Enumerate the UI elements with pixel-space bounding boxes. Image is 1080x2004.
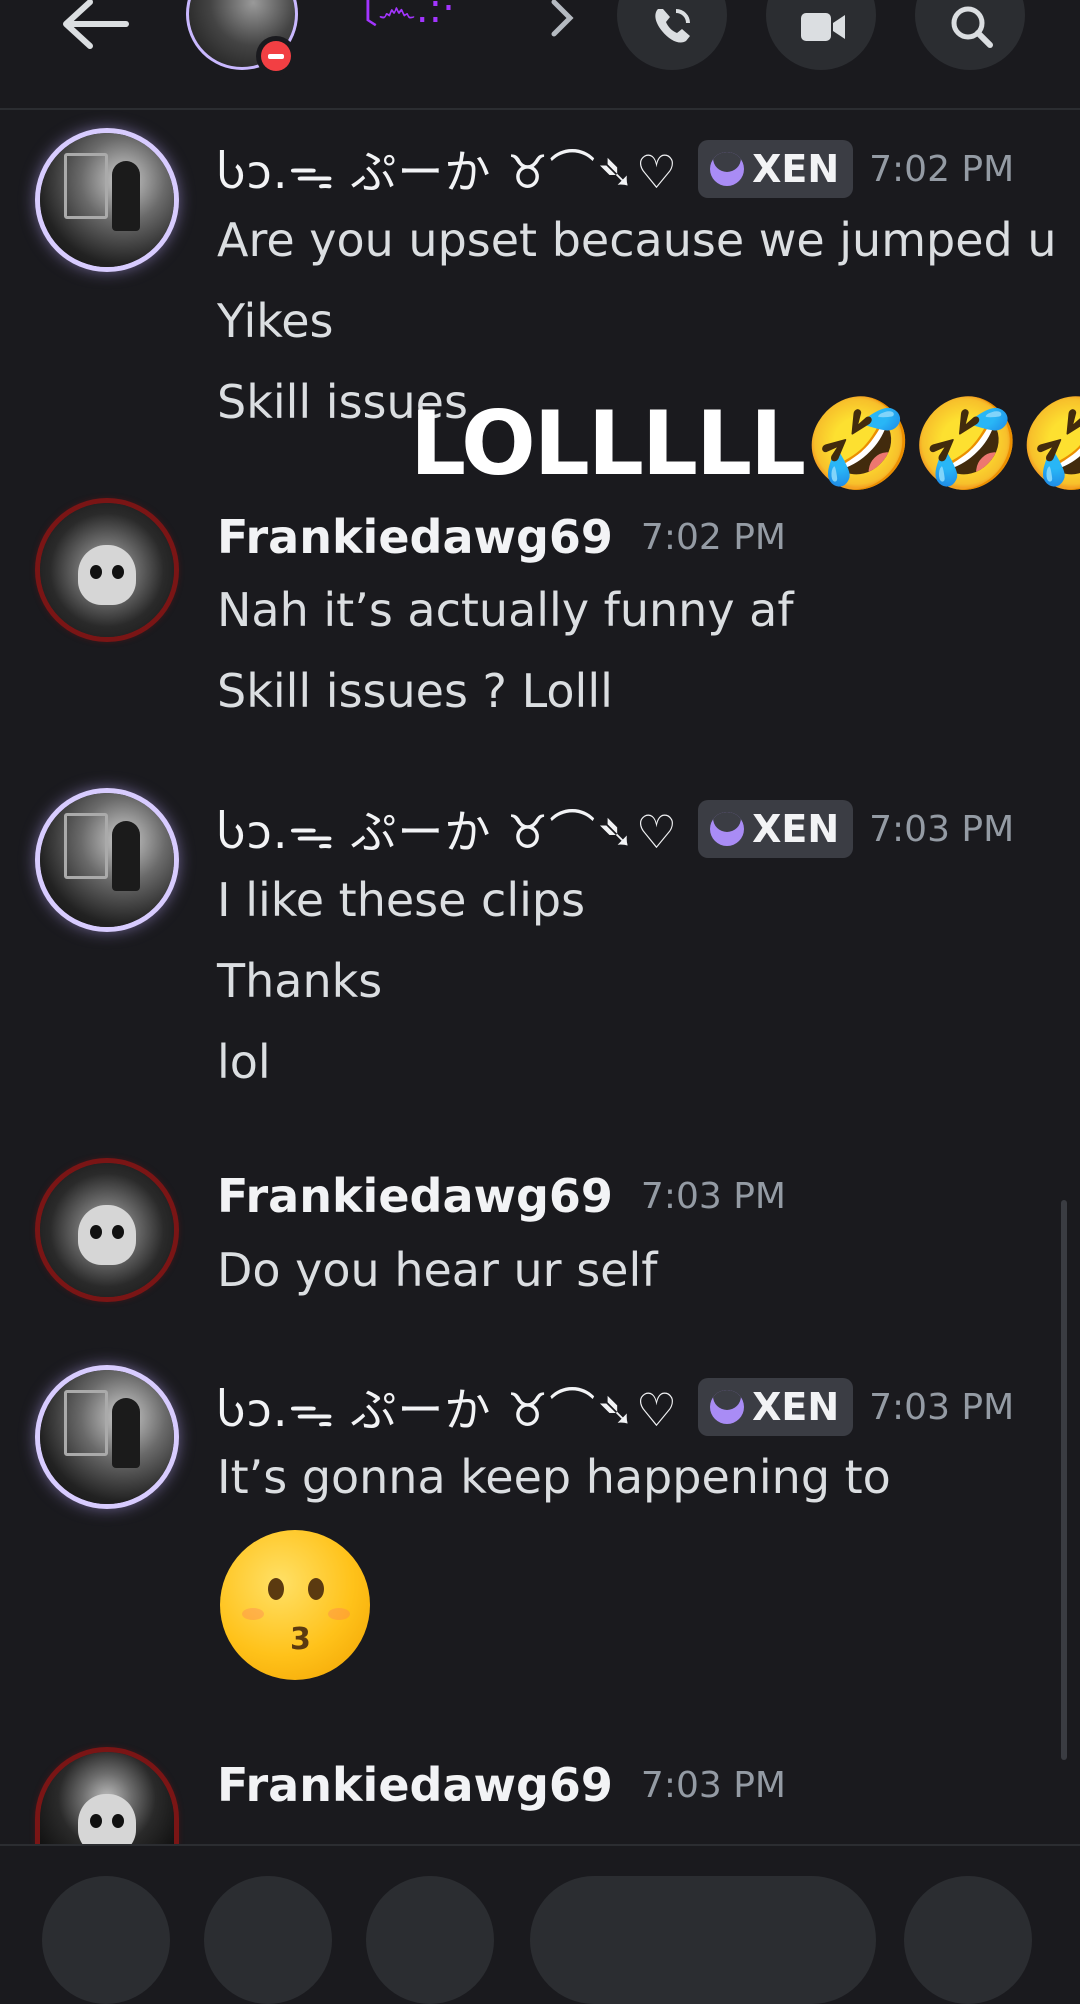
author-name[interactable]: Frankiedawg69: [217, 1758, 613, 1812]
phone-icon: [655, 9, 690, 43]
do-not-disturb-status-icon: [256, 36, 296, 76]
moon-icon: [710, 812, 745, 846]
video-call-button[interactable]: [766, 0, 876, 70]
tag-text: XEN: [752, 807, 840, 851]
user-avatar[interactable]: [40, 1370, 174, 1504]
header-title[interactable]: 〔෴.:‧: [338, 0, 455, 34]
scrollbar[interactable]: [1061, 1200, 1067, 1760]
tag-text: XEN: [752, 1385, 840, 1429]
message-text[interactable]: Are you upset because we jumped u: [217, 213, 1057, 267]
search-icon: [951, 6, 993, 48]
search-button[interactable]: [915, 0, 1025, 70]
message-text[interactable]: I like these clips: [217, 873, 585, 927]
emoji-mouth: 3: [290, 1622, 311, 1657]
timestamp: 7:03 PM: [640, 1175, 786, 1217]
video-icon: [801, 13, 845, 41]
server-tag-badge[interactable]: XEN: [698, 140, 854, 198]
server-tag-badge[interactable]: XEN: [698, 1378, 854, 1436]
author-name[interactable]: Ⴑɔ.ᯓ ぷーか ♉︎⌒➴♡: [217, 1374, 678, 1440]
message-header: Ⴑɔ.ᯓ ぷーか ♉︎⌒➴♡ XEN 7:02 PM: [217, 136, 1014, 202]
timestamp: 7:03 PM: [869, 808, 1015, 850]
timestamp: 7:03 PM: [640, 1764, 786, 1806]
user-avatar[interactable]: [40, 793, 174, 927]
message-header: Frankiedawg69 7:02 PM: [217, 510, 786, 564]
timestamp: 7:03 PM: [869, 1386, 1015, 1428]
user-avatar[interactable]: [40, 1752, 174, 1854]
message-header: Ⴑɔ.ᯓ ぷーか ♉︎⌒➴♡ XEN 7:03 PM: [217, 796, 1014, 862]
timestamp: 7:02 PM: [869, 148, 1015, 190]
chat-header: 〔෴.:‧: [0, 0, 1080, 110]
message-text[interactable]: Skill issues ? Lolll: [217, 664, 613, 718]
message-text[interactable]: Thanks: [217, 954, 382, 1008]
author-name[interactable]: Frankiedawg69: [217, 1169, 613, 1223]
plus-button[interactable]: [42, 1876, 170, 2004]
author-name[interactable]: Ⴑɔ.ᯓ ぷーか ♉︎⌒➴♡: [217, 796, 678, 862]
message-header: Frankiedawg69 7:03 PM: [217, 1169, 786, 1223]
moon-icon: [710, 152, 745, 186]
user-avatar[interactable]: [40, 133, 174, 267]
author-name[interactable]: Ⴑɔ.ᯓ ぷーか ♉︎⌒➴♡: [217, 136, 678, 202]
kissing-face-emoji[interactable]: 3: [220, 1530, 370, 1680]
message-header: Ⴑɔ.ᯓ ぷーか ♉︎⌒➴♡ XEN 7:03 PM: [217, 1374, 1014, 1440]
emoji-eye: [268, 1578, 284, 1600]
apps-button[interactable]: [204, 1876, 332, 2004]
back-arrow-icon[interactable]: [60, 0, 130, 50]
server-tag-badge[interactable]: XEN: [698, 800, 854, 858]
message-text[interactable]: Nah it’s actually funny af: [217, 583, 794, 637]
emoji-eye: [308, 1578, 324, 1600]
message-text[interactable]: It’s gonna keep happening to: [217, 1450, 891, 1504]
timestamp: 7:02 PM: [640, 516, 786, 558]
emoji-blush: [242, 1608, 264, 1620]
message-text[interactable]: lol: [217, 1035, 271, 1089]
user-avatar[interactable]: [40, 1163, 174, 1297]
author-name[interactable]: Frankiedawg69: [217, 510, 613, 564]
composer-bar: [0, 1844, 1080, 2004]
message-text[interactable]: Do you hear ur self: [217, 1243, 657, 1297]
user-avatar[interactable]: [40, 503, 174, 637]
message-input[interactable]: [530, 1876, 876, 2004]
gift-button[interactable]: [366, 1876, 494, 2004]
overlay-caption: LOLLLLL🤣🤣🤣: [410, 392, 1080, 495]
chevron-right-icon[interactable]: [548, 0, 578, 38]
message-text[interactable]: Yikes: [217, 294, 334, 348]
mic-button[interactable]: [904, 1876, 1032, 2004]
voice-call-button[interactable]: [617, 0, 727, 70]
tag-text: XEN: [752, 147, 840, 191]
moon-icon: [710, 1390, 745, 1424]
message-header: Frankiedawg69 7:03 PM: [217, 1758, 786, 1812]
emoji-blush: [328, 1608, 350, 1620]
